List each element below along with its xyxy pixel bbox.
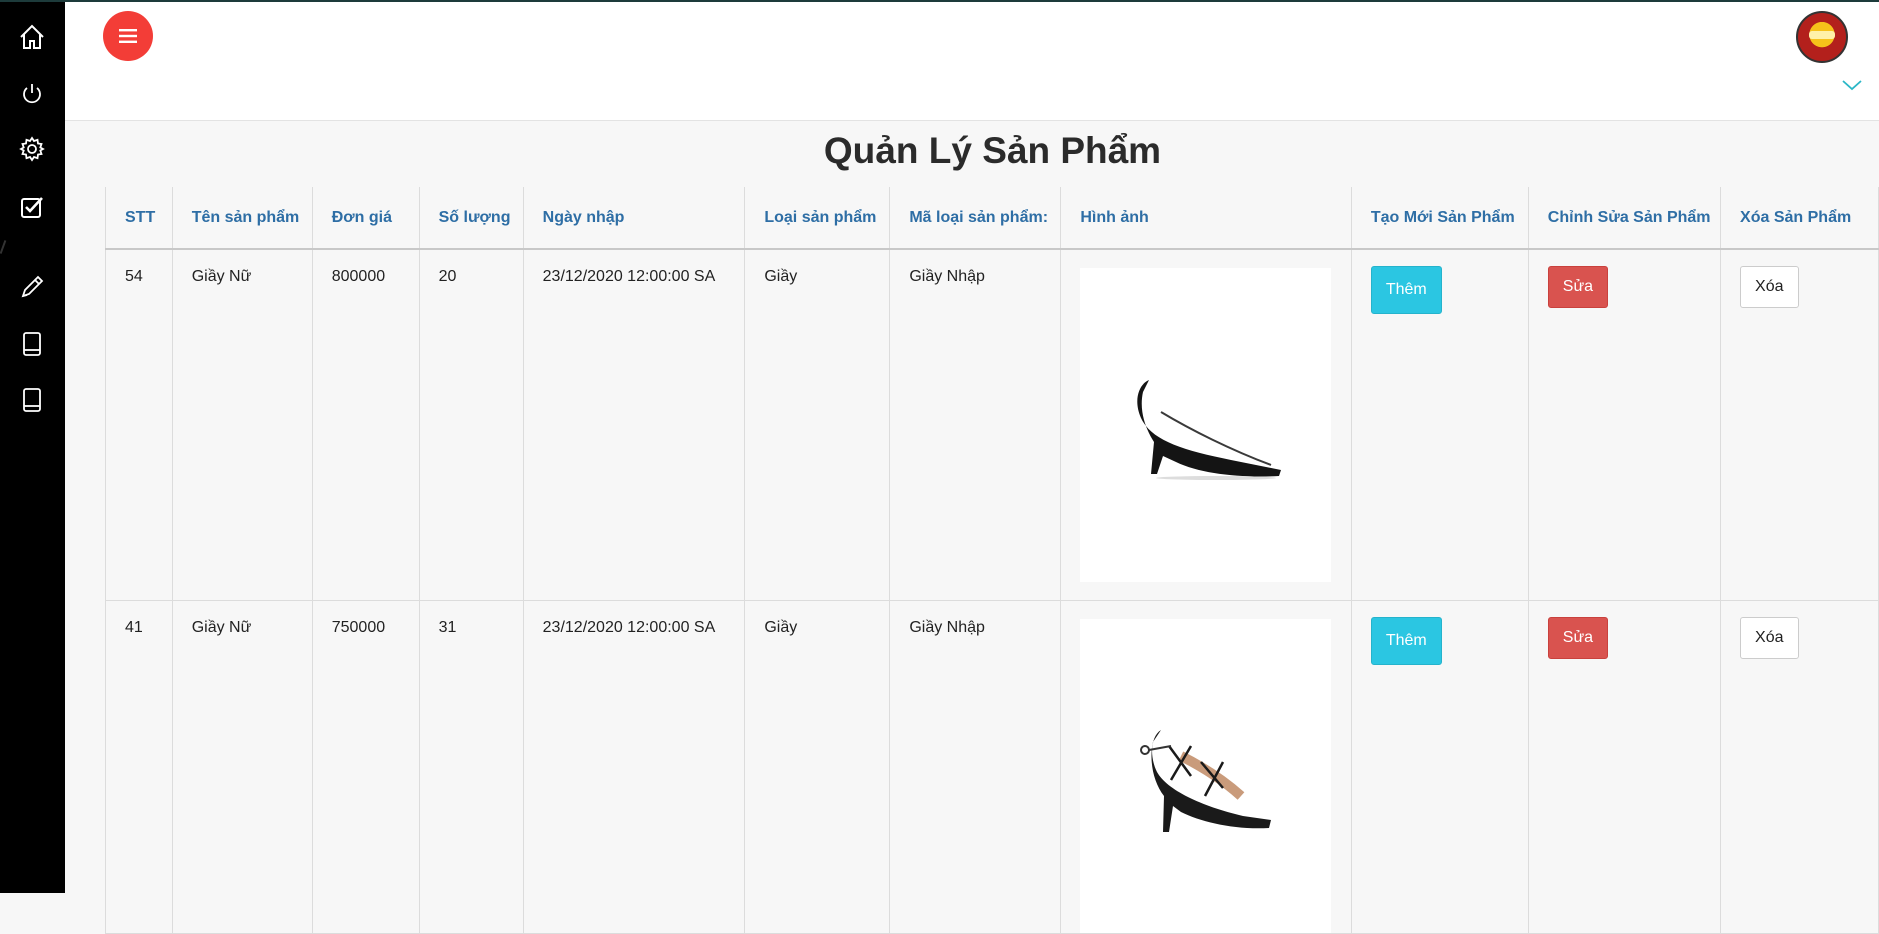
home-icon[interactable]	[17, 22, 47, 52]
column-header[interactable]: Xóa Sản Phẩm	[1720, 187, 1879, 250]
column-header[interactable]: Hình ảnh	[1060, 187, 1352, 250]
hamburger-icon	[119, 29, 137, 43]
page-title: Quản Lý Sản Phẩm	[823, 130, 1162, 171]
cell-add: Thêm	[1351, 249, 1529, 601]
menu-toggle-button[interactable]	[103, 11, 153, 61]
black-lace-up-sandal	[1139, 729, 1271, 832]
table-header-row: STT Tên sản phẩm Đơn giá Số lượng Ngày n…	[105, 187, 1879, 250]
add-product-button[interactable]: Thêm	[1370, 266, 1442, 314]
column-header[interactable]: STT	[105, 187, 173, 250]
product-image-frame	[1080, 618, 1332, 933]
cell-quantity: 20	[419, 249, 524, 601]
product-image-frame	[1080, 268, 1332, 582]
book-icon[interactable]	[17, 329, 47, 359]
edit-product-button[interactable]: Sửa	[1547, 616, 1609, 659]
cell-add: Thêm	[1351, 600, 1529, 934]
avatar[interactable]	[1796, 11, 1848, 63]
table-row: 54 Giầy Nữ 800000 20 23/12/2020 12:00:00…	[105, 249, 1879, 601]
column-header[interactable]: Số lượng	[419, 187, 524, 250]
black-pump-shoe	[1137, 380, 1281, 480]
cell-date: 23/12/2020 12:00:00 SA	[523, 600, 746, 934]
page-title-wrap: Quản Lý Sản Phẩm	[65, 130, 1879, 172]
cell-delete: Xóa	[1720, 249, 1879, 601]
pencil-icon[interactable]	[17, 272, 47, 302]
column-header[interactable]: Tên sản phẩm	[172, 187, 313, 250]
product-table: STT Tên sản phẩm Đơn giá Số lượng Ngày n…	[105, 187, 1879, 934]
column-header[interactable]: Mã loại sản phẩm:	[889, 187, 1062, 250]
cell-stt: 54	[105, 249, 173, 601]
cell-date: 23/12/2020 12:00:00 SA	[523, 249, 746, 601]
cell-quantity: 31	[419, 600, 524, 934]
divider-mark	[0, 240, 7, 254]
delete-product-button[interactable]: Xóa	[1740, 616, 1799, 659]
column-header[interactable]: Tạo Mới Sản Phẩm	[1351, 187, 1529, 250]
cell-image	[1060, 600, 1352, 934]
cell-type-code: Giầy Nhập	[889, 249, 1062, 601]
column-header[interactable]: Loại sản phẩm	[744, 187, 891, 250]
checkbox-icon[interactable]	[17, 192, 47, 222]
add-product-button[interactable]: Thêm	[1370, 616, 1442, 665]
cell-stt: 41	[105, 600, 173, 934]
cell-image	[1060, 249, 1352, 601]
cell-type: Giầy	[744, 600, 891, 934]
cell-type: Giầy	[744, 249, 891, 601]
cell-edit: Sửa	[1528, 600, 1722, 934]
delete-product-button[interactable]: Xóa	[1740, 266, 1799, 308]
edit-product-button[interactable]: Sửa	[1547, 266, 1609, 308]
power-icon[interactable]	[17, 79, 47, 109]
table-row: 41 Giầy Nữ 750000 31 23/12/2020 12:00:00…	[105, 600, 1879, 934]
cell-name: Giầy Nữ	[172, 249, 313, 601]
cell-delete: Xóa	[1720, 600, 1879, 934]
cell-edit: Sửa	[1528, 249, 1722, 601]
gear-icon[interactable]	[17, 134, 47, 164]
cell-price: 750000	[312, 600, 420, 934]
cell-price: 800000	[312, 249, 420, 601]
chevron-down-icon[interactable]	[1841, 78, 1863, 92]
column-header[interactable]: Đơn giá	[312, 187, 420, 250]
column-header[interactable]: Ngày nhập	[523, 187, 746, 250]
sidebar	[0, 0, 65, 893]
column-header[interactable]: Chỉnh Sửa Sản Phẩm	[1528, 187, 1722, 250]
header	[65, 2, 1879, 121]
cell-name: Giầy Nữ	[172, 600, 313, 934]
cell-type-code: Giầy Nhập	[889, 600, 1062, 934]
book-icon[interactable]	[17, 385, 47, 415]
top-border	[0, 0, 1879, 2]
